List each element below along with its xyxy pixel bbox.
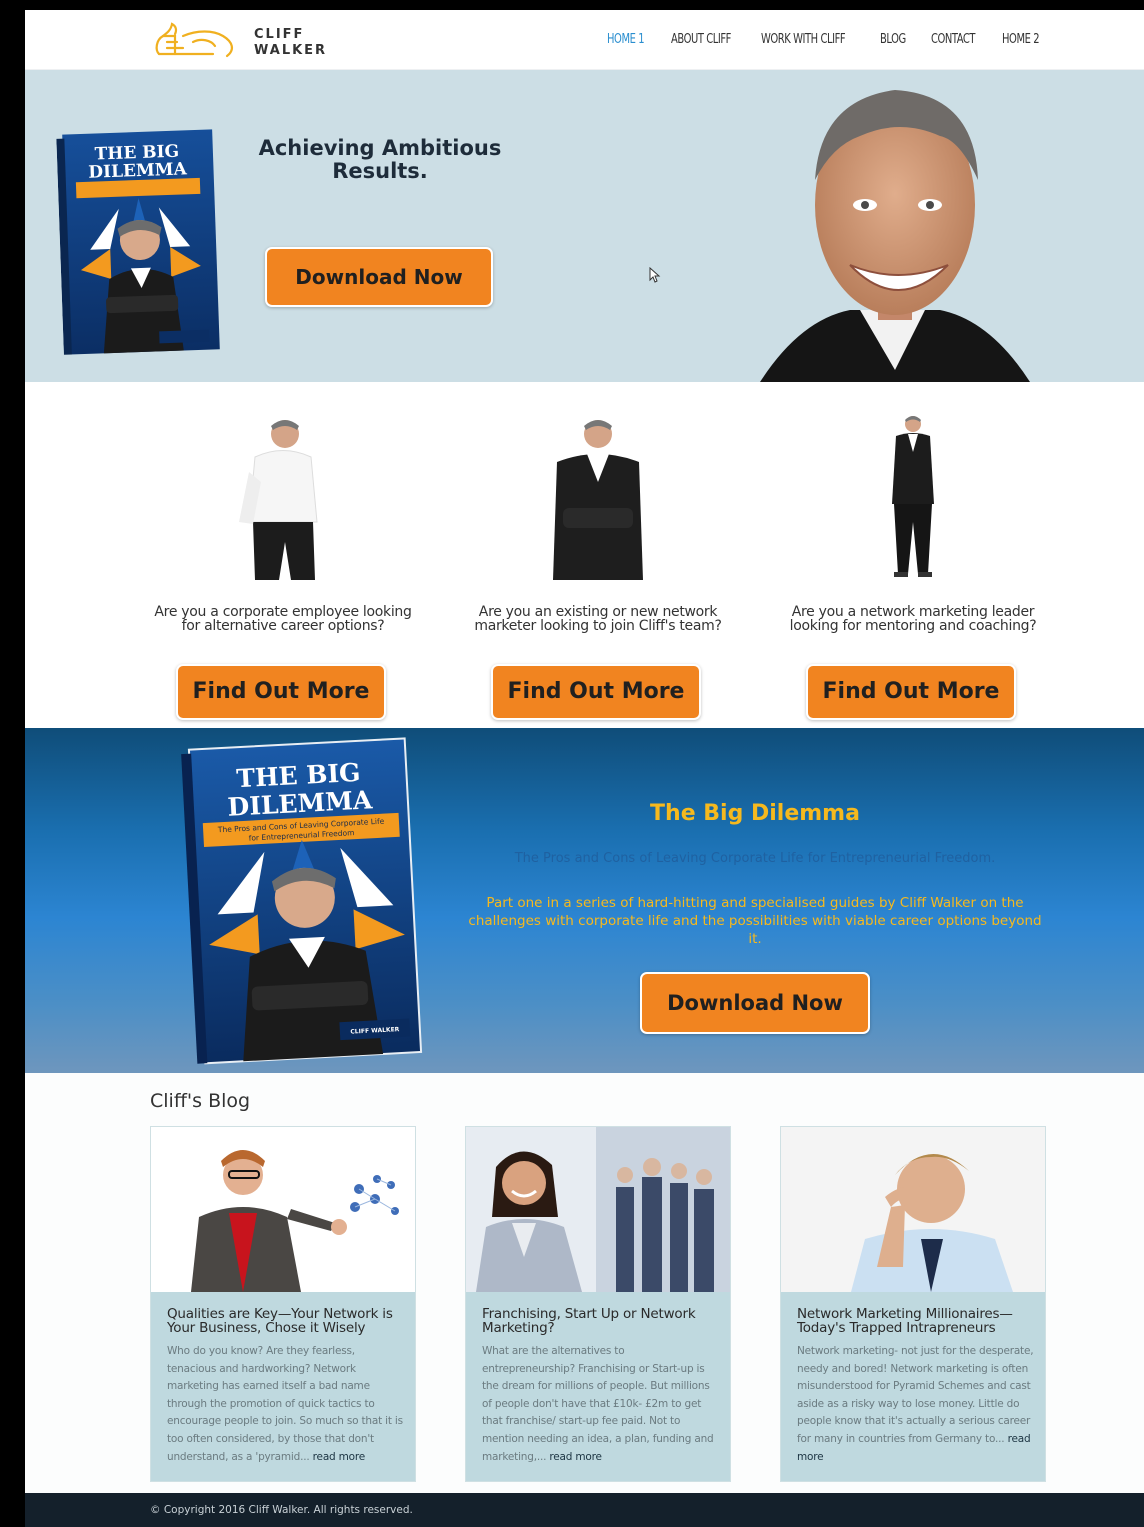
- blog-card[interactable]: Network Marketing Millionaires—Today's T…: [780, 1126, 1046, 1482]
- site-logo[interactable]: CLIFF WALKER: [153, 20, 325, 62]
- blog-card-image[interactable]: [466, 1127, 730, 1292]
- site-footer: © Copyright 2016 Cliff Walker. All right…: [25, 1493, 1144, 1527]
- find-out-more-button[interactable]: Find Out More: [806, 664, 1016, 720]
- question-line-1: Are you an existing or new network: [478, 604, 718, 620]
- logo-line-1: CLIFF: [254, 27, 305, 42]
- lion-logo-icon: [155, 22, 233, 58]
- businesswoman-office-image: [466, 1127, 730, 1292]
- man-suit-arms-crossed-image: [553, 420, 643, 580]
- promo-download-button[interactable]: Download Now: [640, 972, 870, 1034]
- excerpt-text: Network marketing- not just for the desp…: [797, 1345, 1034, 1445]
- audience-question: Are you an existing or new network marke…: [448, 605, 748, 633]
- cliff-portrait-image: [760, 90, 1030, 382]
- blog-post-title[interactable]: Franchising, Start Up or Network Marketi…: [482, 1307, 722, 1335]
- blog-card[interactable]: Franchising, Start Up or Network Marketi…: [465, 1126, 731, 1482]
- audience-question: Are you a corporate employee looking for…: [133, 605, 433, 633]
- excerpt-text: What are the alternatives to entrepreneu…: [482, 1345, 714, 1463]
- audience-card-network-marketer: Are you an existing or new network marke…: [448, 382, 748, 728]
- blog-post-title[interactable]: Qualities are Key—Your Network is Your B…: [167, 1307, 407, 1335]
- question-line-2: looking for mentoring and coaching?: [789, 618, 1037, 634]
- blog-card[interactable]: Qualities are Key—Your Network is Your B…: [150, 1126, 416, 1482]
- hero-title: Achieving Ambitious Results.: [235, 137, 525, 183]
- logo-line-2: WALKER: [254, 43, 328, 58]
- read-more-link[interactable]: read more: [313, 1451, 366, 1463]
- promo-subtitle: The Pros and Cons of Leaving Corporate L…: [514, 851, 996, 866]
- audience-card-corporate: Are you a corporate employee looking for…: [133, 382, 433, 728]
- nav-contact[interactable]: CONTACT: [931, 32, 975, 47]
- read-more-link[interactable]: read more: [549, 1451, 602, 1463]
- nav-about-cliff[interactable]: ABOUT CLIFF: [671, 32, 731, 47]
- find-out-more-button[interactable]: Find Out More: [176, 664, 386, 720]
- man-network-icons-image: [151, 1127, 415, 1292]
- promo-section: THE BIG DILEMMA The Pros and Cons of Lea…: [25, 728, 1144, 1073]
- excerpt-text: Who do you know? Are they fearless, tena…: [167, 1345, 403, 1463]
- hero-section: THE BIG DILEMMA Achieving Ambitious Resu…: [25, 70, 1144, 382]
- blog-post-excerpt: What are the alternatives to entrepreneu…: [482, 1343, 720, 1466]
- nav-home-2[interactable]: HOME 2: [1002, 32, 1040, 47]
- man-white-shirt-image: [239, 420, 318, 580]
- promo-description: Part one in a series of hard-hitting and…: [468, 895, 1042, 947]
- blog-card-image[interactable]: [151, 1127, 415, 1292]
- audience-card-network-leader: Are you a network marketing leader looki…: [763, 382, 1063, 728]
- blog-card-image[interactable]: [781, 1127, 1045, 1292]
- book-cover-large-image[interactable]: THE BIG DILEMMA The Pros and Cons of Lea…: [179, 734, 426, 1068]
- hero-title-line-1: Achieving Ambitious: [258, 136, 502, 160]
- nav-blog[interactable]: BLOG: [880, 32, 906, 47]
- audience-question: Are you a network marketing leader looki…: [763, 605, 1063, 633]
- main-nav: HOME 1 ABOUT CLIFF WORK WITH CLIFF BLOG …: [607, 32, 1046, 47]
- blog-heading: Cliff's Blog: [150, 1090, 251, 1112]
- logo-wordmark: CLIFF WALKER: [254, 27, 327, 59]
- page: CLIFF WALKER HOME 1 ABOUT CLIFF WORK WIT…: [25, 10, 1144, 1527]
- nav-home-1[interactable]: HOME 1: [607, 32, 645, 47]
- promo-title: The Big Dilemma: [650, 801, 860, 826]
- find-out-more-button[interactable]: Find Out More: [491, 664, 701, 720]
- blog-post-excerpt: Network marketing- not just for the desp…: [797, 1343, 1035, 1466]
- blog-post-title[interactable]: Network Marketing Millionaires—Today's T…: [797, 1307, 1037, 1335]
- nav-work-with-cliff[interactable]: WORK WITH CLIFF: [761, 32, 846, 47]
- hero-download-button[interactable]: Download Now: [265, 247, 493, 307]
- book-cover-image[interactable]: THE BIG DILEMMA: [56, 125, 224, 358]
- question-line-2: marketer looking to join Cliff's team?: [474, 618, 722, 634]
- mouse-cursor-icon: [649, 267, 661, 283]
- site-header: CLIFF WALKER HOME 1 ABOUT CLIFF WORK WIT…: [25, 10, 1144, 70]
- man-full-suit-image: [892, 416, 934, 577]
- question-line-1: Are you a network marketing leader: [791, 604, 1035, 620]
- audience-section: Are you a corporate employee looking for…: [25, 382, 1144, 728]
- blog-post-excerpt: Who do you know? Are they fearless, tena…: [167, 1343, 405, 1466]
- copyright-text: © Copyright 2016 Cliff Walker. All right…: [150, 1504, 413, 1516]
- question-line-2: for alternative career options?: [181, 618, 385, 634]
- question-line-1: Are you a corporate employee looking: [154, 604, 412, 620]
- stressed-man-image: [781, 1127, 1045, 1292]
- hero-title-line-2: Results.: [332, 159, 428, 183]
